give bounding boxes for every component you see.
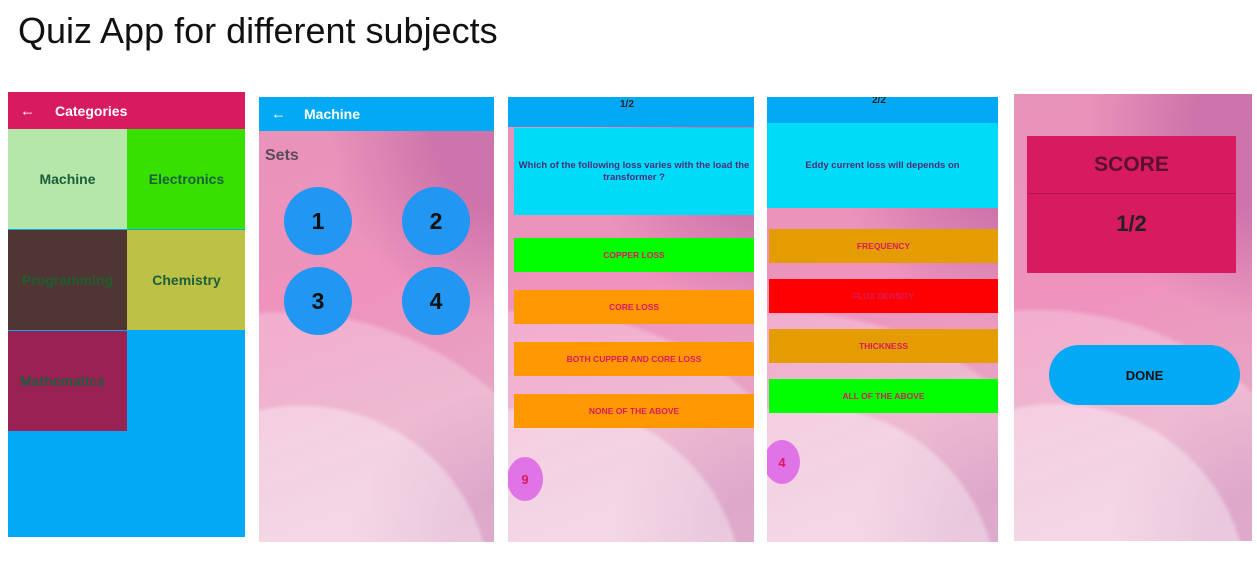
- option-label: FLUX DENSITY: [852, 291, 915, 301]
- set-button-4[interactable]: 4: [402, 267, 470, 335]
- sets-title: Machine: [304, 106, 361, 122]
- category-tile-mathematics[interactable]: Mathematics: [8, 331, 127, 431]
- option-label: ALL OF THE ABOVE: [842, 391, 925, 401]
- option-label: COPPER LOSS: [603, 250, 665, 260]
- set-button-1[interactable]: 1: [284, 187, 352, 255]
- category-label: Electronics: [148, 171, 225, 187]
- score-value: 1/2: [1116, 211, 1147, 236]
- category-tile-machine[interactable]: Machine: [8, 129, 127, 229]
- question-progress: 1/2: [620, 99, 634, 110]
- option-button[interactable]: NONE OF THE ABOVE: [514, 394, 754, 428]
- sets-screen: ← Machine Sets 1 2 3 4: [259, 97, 494, 542]
- category-label: Programming: [21, 272, 113, 288]
- option-button[interactable]: CORE LOSS: [514, 290, 754, 324]
- categories-app-bar: ← Categories: [8, 92, 245, 129]
- option-label: THICKNESS: [858, 341, 909, 351]
- category-label: Mathematics: [20, 373, 105, 389]
- sets-app-bar: ← Machine: [259, 97, 494, 131]
- category-tile-electronics[interactable]: Electronics: [127, 129, 245, 229]
- page-title: Quiz App for different subjects: [18, 10, 498, 51]
- category-label: Machine: [39, 171, 96, 187]
- done-button[interactable]: DONE: [1049, 345, 1240, 405]
- timer-badge: 4: [767, 440, 800, 484]
- set-button-2[interactable]: 2: [402, 187, 470, 255]
- option-button[interactable]: FREQUENCY: [769, 229, 998, 263]
- category-tile-programming[interactable]: Programming: [8, 230, 127, 330]
- score-label: SCORE: [1027, 136, 1236, 194]
- question-progress-bar: 2/2: [767, 97, 998, 123]
- option-label: BOTH CUPPER AND CORE LOSS: [566, 354, 702, 364]
- question-text: Which of the following loss varies with …: [514, 128, 754, 215]
- option-button[interactable]: ALL OF THE ABOVE: [769, 379, 998, 413]
- category-label: Chemistry: [152, 272, 221, 288]
- timer-badge: 9: [508, 457, 543, 501]
- option-label: NONE OF THE ABOVE: [588, 406, 680, 416]
- question-progress: 2/2: [872, 97, 886, 106]
- arrow-left-icon[interactable]: ←: [271, 106, 286, 123]
- set-button-3[interactable]: 3: [284, 267, 352, 335]
- question-progress-bar: 1/2: [508, 97, 754, 127]
- categories-screen: ← Categories Machine Electronics Program…: [8, 92, 245, 537]
- arrow-left-icon[interactable]: ←: [20, 102, 35, 119]
- categories-title: Categories: [55, 102, 128, 119]
- category-tile-chemistry[interactable]: Chemistry: [127, 230, 245, 330]
- question-text: Eddy current loss will depends on: [767, 123, 998, 208]
- score-screen: SCORE 1/2 DONE: [1014, 94, 1252, 541]
- question-screen-2: 2/2 Eddy current loss will depends on FR…: [767, 97, 998, 542]
- option-label: CORE LOSS: [608, 302, 660, 312]
- option-label: FREQUENCY: [856, 241, 911, 251]
- option-button[interactable]: COPPER LOSS: [514, 238, 754, 272]
- option-button[interactable]: FLUX DENSITY: [769, 279, 998, 313]
- sets-heading: Sets: [265, 147, 299, 164]
- score-card: SCORE 1/2: [1027, 136, 1236, 273]
- option-button[interactable]: THICKNESS: [769, 329, 998, 363]
- option-button[interactable]: BOTH CUPPER AND CORE LOSS: [514, 342, 754, 376]
- question-screen-1: 1/2 Which of the following loss varies w…: [508, 97, 754, 542]
